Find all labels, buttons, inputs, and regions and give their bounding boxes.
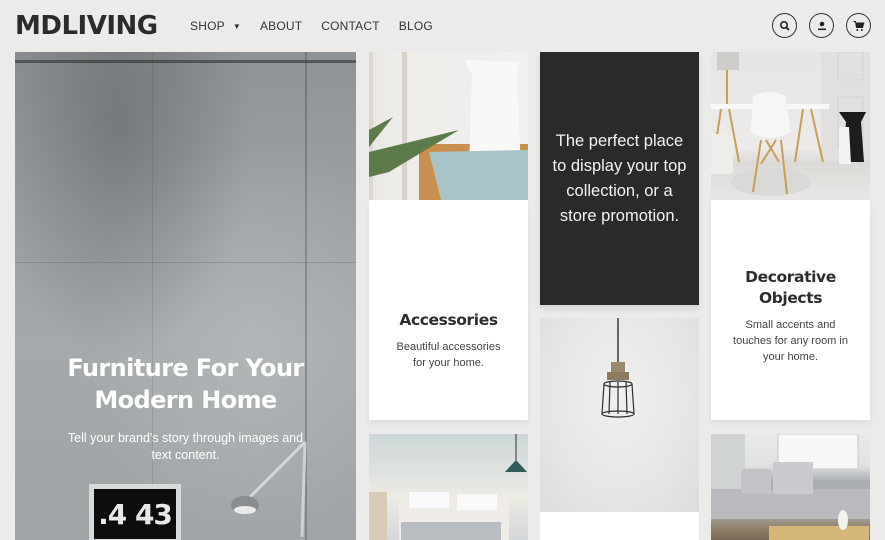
caret-down-icon: ▼ xyxy=(232,21,241,31)
decorative-objects-title: Decorative Objects xyxy=(745,268,836,307)
header-icons xyxy=(772,13,871,38)
main-nav: SHOP ▼ ABOUT CONTACT BLOG xyxy=(190,19,452,33)
clock-image: .4 43 xyxy=(89,484,181,540)
account-button[interactable] xyxy=(809,13,834,38)
nav-contact[interactable]: CONTACT xyxy=(321,19,380,33)
account-icon xyxy=(817,21,826,30)
pendant-lamp-image[interactable] xyxy=(540,318,699,512)
living-room-illustration xyxy=(711,434,870,540)
search-icon xyxy=(779,20,790,31)
accessories-description: Beautiful accessories for your home. xyxy=(396,340,501,369)
promo-tile[interactable]: The perfect place to display your top co… xyxy=(540,52,699,305)
search-button[interactable] xyxy=(772,13,797,38)
tile-caption-area xyxy=(540,512,699,540)
bedroom-illustration xyxy=(369,434,527,540)
decorative-objects-description: Small accents and touches for any room i… xyxy=(733,319,848,363)
logo[interactable]: MDLIVING xyxy=(15,11,158,41)
cart-button[interactable] xyxy=(846,13,871,38)
hero-banner[interactable]: Furniture For Your Modern Home Tell your… xyxy=(15,52,356,540)
living-room-image[interactable] xyxy=(711,434,870,540)
nav-shop-label: SHOP xyxy=(190,19,225,33)
site-header: MDLIVING SHOP ▼ ABOUT CONTACT BLOG xyxy=(0,0,885,52)
chair-image[interactable] xyxy=(711,52,870,200)
pendant-lamp-illustration xyxy=(601,318,635,418)
nav-shop[interactable]: SHOP ▼ xyxy=(190,19,241,33)
chair-illustration xyxy=(711,52,870,196)
accessories-card[interactable]: Accessories Beautiful accessories for yo… xyxy=(369,200,528,420)
vase-illustration xyxy=(369,52,528,200)
nav-blog[interactable]: BLOG xyxy=(399,19,433,33)
wall-seam xyxy=(152,52,153,540)
hero-title: Furniture For Your Modern Home xyxy=(67,354,304,414)
cart-icon xyxy=(853,20,864,31)
nav-about[interactable]: ABOUT xyxy=(260,19,302,33)
desk-lamp-image xyxy=(231,440,307,538)
clock-display: .4 43 xyxy=(94,489,176,539)
promo-text: The perfect place to display your top co… xyxy=(552,131,687,225)
vase-image[interactable] xyxy=(369,52,528,200)
bedroom-image[interactable] xyxy=(369,434,528,540)
decorative-objects-card[interactable]: Decorative Objects Small accents and tou… xyxy=(711,200,870,420)
accessories-title: Accessories xyxy=(399,310,498,329)
